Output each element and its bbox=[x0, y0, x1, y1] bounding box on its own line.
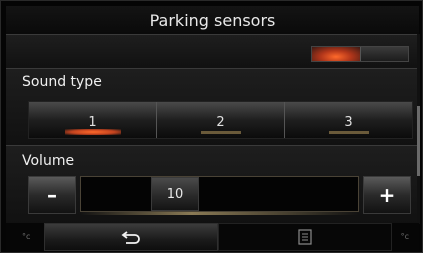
left-temperature-label: °c bbox=[22, 232, 31, 241]
page-title-text: Parking sensors bbox=[149, 10, 276, 30]
right-temperature-label: °c bbox=[400, 232, 409, 241]
return-arrow-icon bbox=[121, 231, 140, 244]
sound-type-selector: 1 2 3 bbox=[28, 101, 413, 139]
volume-slider-track[interactable]: 10 bbox=[80, 176, 359, 215]
selection-indicator bbox=[200, 131, 241, 134]
selection-indicator bbox=[64, 129, 121, 135]
sensor-on-off-toggle[interactable] bbox=[311, 46, 409, 62]
page-title: Parking sensors bbox=[6, 6, 419, 34]
volume-value: 10 bbox=[166, 186, 184, 202]
volume-row: Volume – 10 + bbox=[6, 145, 419, 224]
sound-type-option-label: 1 bbox=[88, 115, 97, 130]
sound-type-option-2[interactable]: 2 bbox=[157, 102, 285, 138]
volume-slider-knob[interactable]: 10 bbox=[151, 177, 199, 211]
parking-sensors-screen: Parking sensors Sound type 1 2 3 Volume bbox=[0, 0, 423, 253]
scrollbar-thumb[interactable] bbox=[417, 106, 420, 176]
toggle-off-segment[interactable] bbox=[359, 47, 409, 61]
menu-button[interactable] bbox=[218, 223, 392, 251]
minus-icon: – bbox=[47, 183, 57, 207]
volume-label: Volume bbox=[22, 153, 75, 169]
volume-control: – 10 + bbox=[28, 176, 411, 215]
menu-list-icon bbox=[298, 229, 312, 245]
footer-bar: °c °c bbox=[6, 223, 419, 251]
scrollbar[interactable] bbox=[417, 34, 420, 224]
volume-decrease-button[interactable]: – bbox=[28, 176, 76, 214]
sound-type-row: Sound type 1 2 3 bbox=[6, 68, 419, 145]
sound-type-option-label: 3 bbox=[344, 115, 353, 130]
volume-increase-button[interactable]: + bbox=[363, 176, 411, 214]
selection-indicator bbox=[328, 131, 369, 134]
sensor-toggle-row bbox=[6, 34, 419, 69]
volume-track-glow bbox=[81, 212, 358, 215]
sound-type-option-1[interactable]: 1 bbox=[29, 102, 157, 138]
plus-icon: + bbox=[378, 183, 396, 207]
back-button[interactable] bbox=[44, 223, 218, 251]
toggle-on-segment[interactable] bbox=[312, 47, 360, 61]
sound-type-option-3[interactable]: 3 bbox=[285, 102, 412, 138]
sound-type-label: Sound type bbox=[22, 74, 102, 90]
sound-type-option-label: 2 bbox=[216, 115, 225, 130]
